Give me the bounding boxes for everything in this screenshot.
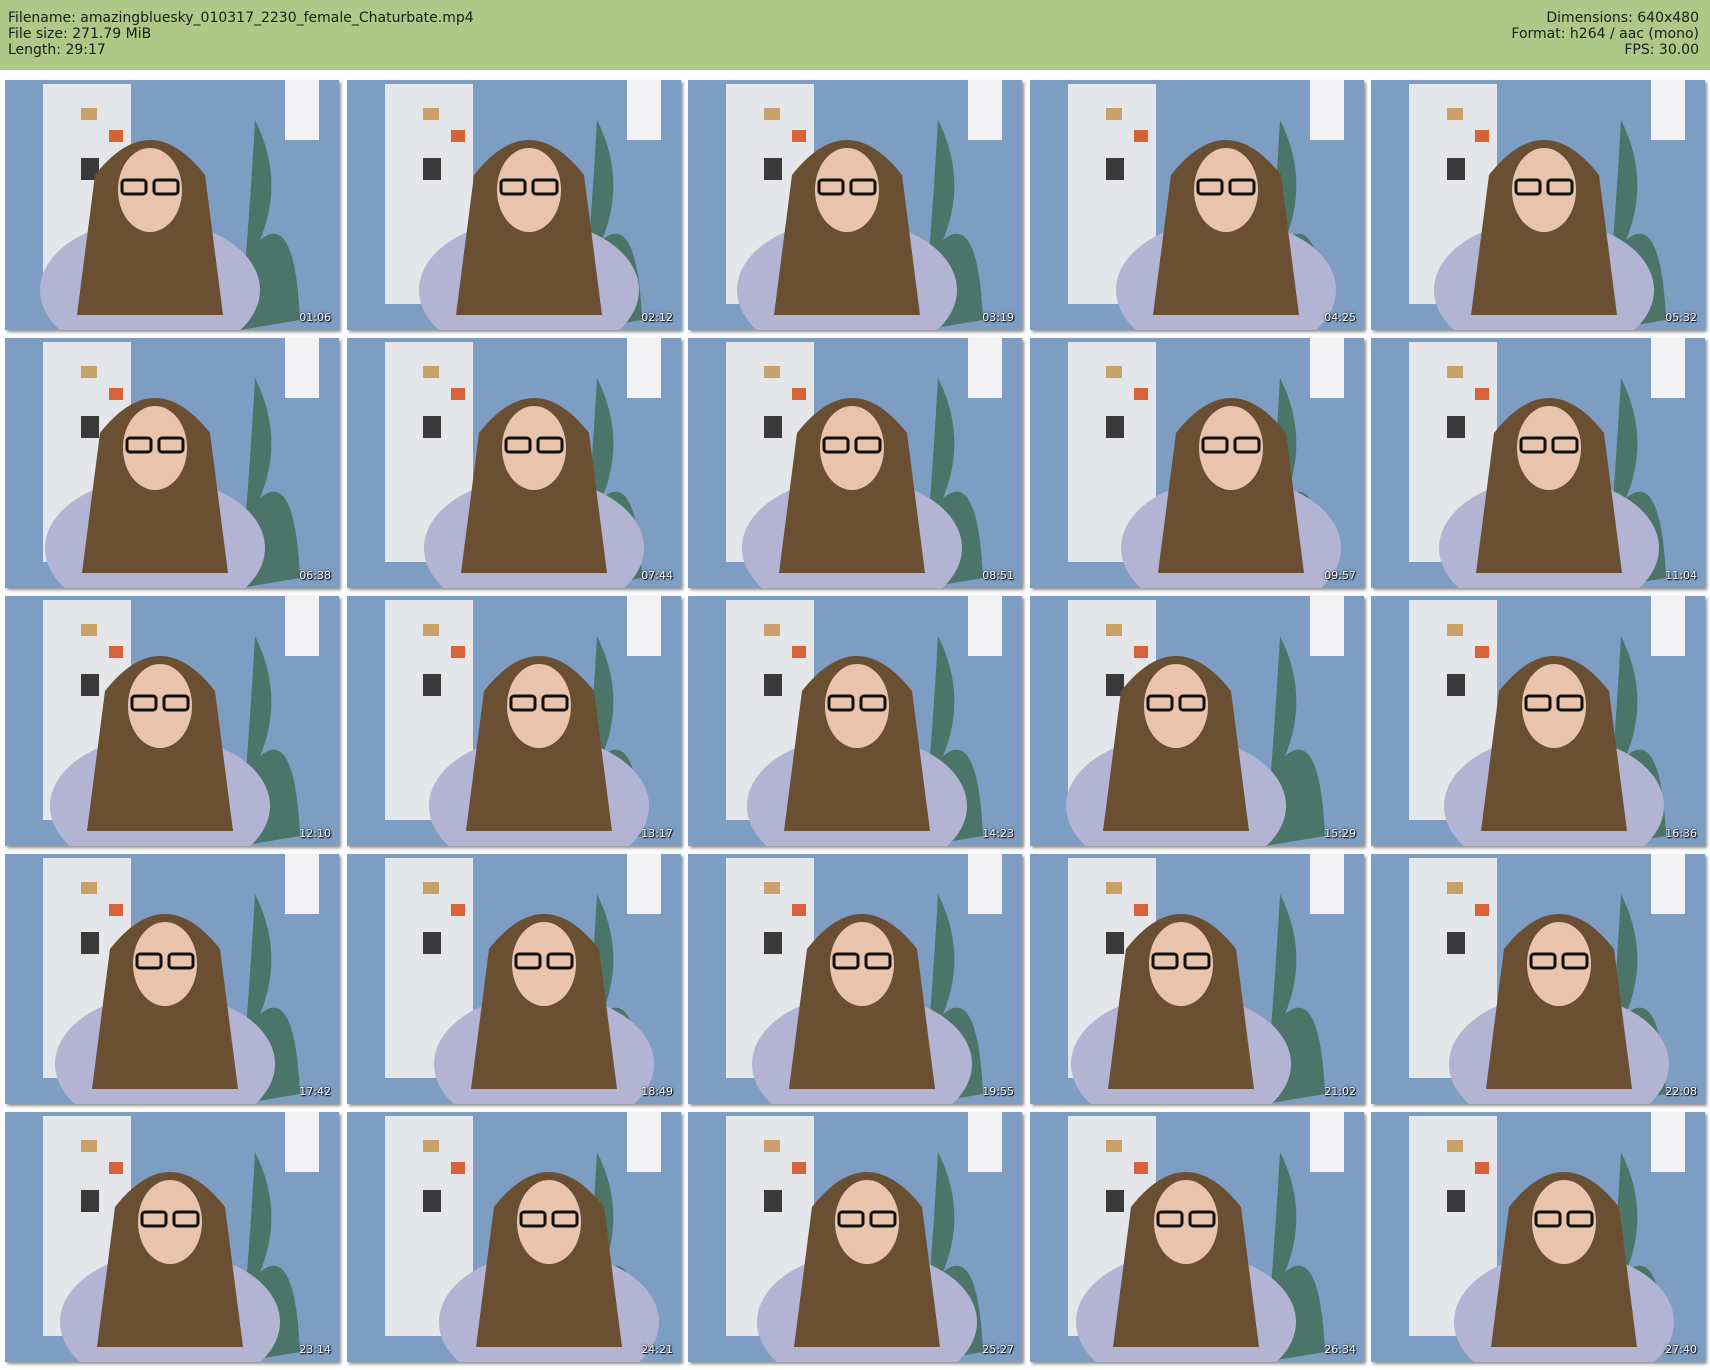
frame-image [5,338,339,588]
video-thumbnail: 02:12 [347,80,681,330]
video-thumbnail: 13:17 [347,596,681,846]
video-thumbnail: 18:49 [347,854,681,1104]
frame-image [1371,596,1705,846]
frame-image [5,80,339,330]
frame-image [5,1112,339,1362]
frame-image [688,80,1022,330]
frame-image [1030,338,1364,588]
frame-image [1030,80,1364,330]
timestamp-label: 16:36 [1665,827,1697,840]
frame-image [688,338,1022,588]
video-thumbnail: 21:02 [1030,854,1364,1104]
video-thumbnail: 05:32 [1371,80,1705,330]
thumbnail-grid: 01:06 02:12 03:19 04:25 05:32 06:38 07:44 08:51… [5,80,1705,1365]
timestamp-label: 07:44 [641,569,673,582]
video-thumbnail: 25:27 [688,1112,1022,1362]
video-thumbnail: 11:04 [1371,338,1705,588]
timestamp-label: 13:17 [641,827,673,840]
video-thumbnail: 16:36 [1371,596,1705,846]
timestamp-label: 01:06 [299,311,331,324]
timestamp-label: 09:57 [1324,569,1356,582]
timestamp-label: 18:49 [641,1085,673,1098]
video-thumbnail: 26:34 [1030,1112,1364,1362]
frame-image [688,1112,1022,1362]
video-thumbnail: 15:29 [1030,596,1364,846]
frame-image [688,596,1022,846]
video-thumbnail: 09:57 [1030,338,1364,588]
frame-image [347,338,681,588]
timestamp-label: 25:27 [982,1343,1014,1356]
timestamp-label: 22:08 [1665,1085,1697,1098]
video-thumbnail: 17:42 [5,854,339,1104]
dimensions-text: Dimensions: 640x480 [1546,10,1699,26]
video-thumbnail: 04:25 [1030,80,1364,330]
frame-image [688,854,1022,1104]
frame-image [1371,80,1705,330]
frame-image [347,596,681,846]
filename-text: Filename: amazingbluesky_010317_2230_fem… [8,10,474,26]
timestamp-label: 24:21 [641,1343,673,1356]
timestamp-label: 21:02 [1324,1085,1356,1098]
video-thumbnail: 08:51 [688,338,1022,588]
frame-image [1030,1112,1364,1362]
file-info-left: Filename: amazingbluesky_010317_2230_fem… [8,10,474,58]
timestamp-label: 06:38 [299,569,331,582]
file-info-right: Dimensions: 640x480 Format: h264 / aac (… [1511,10,1699,58]
timestamp-label: 27:40 [1665,1343,1697,1356]
video-thumbnail: 06:38 [5,338,339,588]
frame-image [347,854,681,1104]
frame-image [1030,596,1364,846]
timestamp-label: 26:34 [1324,1343,1356,1356]
timestamp-label: 23:14 [299,1343,331,1356]
fps-text: FPS: 30.00 [1624,42,1699,58]
timestamp-label: 03:19 [982,311,1014,324]
frame-image [1030,854,1364,1104]
frame-image [1371,854,1705,1104]
format-text: Format: h264 / aac (mono) [1511,26,1699,42]
frame-image [5,854,339,1104]
video-thumbnail: 14:23 [688,596,1022,846]
video-thumbnail: 19:55 [688,854,1022,1104]
timestamp-label: 15:29 [1324,827,1356,840]
frame-image [347,80,681,330]
frame-image [347,1112,681,1362]
timestamp-label: 08:51 [982,569,1014,582]
timestamp-label: 12:10 [299,827,331,840]
info-header: Filename: amazingbluesky_010317_2230_fem… [0,0,1710,70]
frame-image [1371,1112,1705,1362]
video-thumbnail: 22:08 [1371,854,1705,1104]
video-thumbnail: 03:19 [688,80,1022,330]
video-thumbnail: 27:40 [1371,1112,1705,1362]
video-thumbnail: 23:14 [5,1112,339,1362]
length-text: Length: 29:17 [8,42,106,58]
timestamp-label: 04:25 [1324,311,1356,324]
filesize-text: File size: 271.79 MiB [8,26,152,42]
timestamp-label: 19:55 [982,1085,1014,1098]
timestamp-label: 14:23 [982,827,1014,840]
timestamp-label: 17:42 [299,1085,331,1098]
video-thumbnail: 07:44 [347,338,681,588]
timestamp-label: 05:32 [1665,311,1697,324]
video-thumbnail: 24:21 [347,1112,681,1362]
frame-image [5,596,339,846]
video-thumbnail: 12:10 [5,596,339,846]
frame-image [1371,338,1705,588]
video-thumbnail: 01:06 [5,80,339,330]
timestamp-label: 02:12 [641,311,673,324]
timestamp-label: 11:04 [1665,569,1697,582]
